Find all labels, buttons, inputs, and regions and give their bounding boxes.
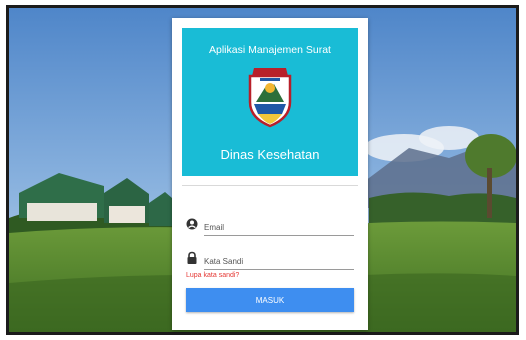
password-input[interactable] [204,253,354,270]
organization-name: Dinas Kesehatan [220,147,320,162]
email-input[interactable] [204,219,354,236]
login-card: Aplikasi Manajemen Surat Dinas Kesehatan… [172,18,368,330]
app-title: Aplikasi Manajemen Surat [209,44,331,56]
login-button[interactable]: MASUK [186,288,354,312]
login-header: Aplikasi Manajemen Surat Dinas Kesehatan [182,28,358,176]
email-field-group [186,215,354,237]
regional-emblem-icon [248,68,292,128]
forgot-password-link[interactable]: Lupa kata sandi? [186,272,239,279]
password-field-group [186,249,354,271]
lock-icon [187,251,197,264]
user-circle-icon [186,218,198,230]
divider [182,185,358,186]
